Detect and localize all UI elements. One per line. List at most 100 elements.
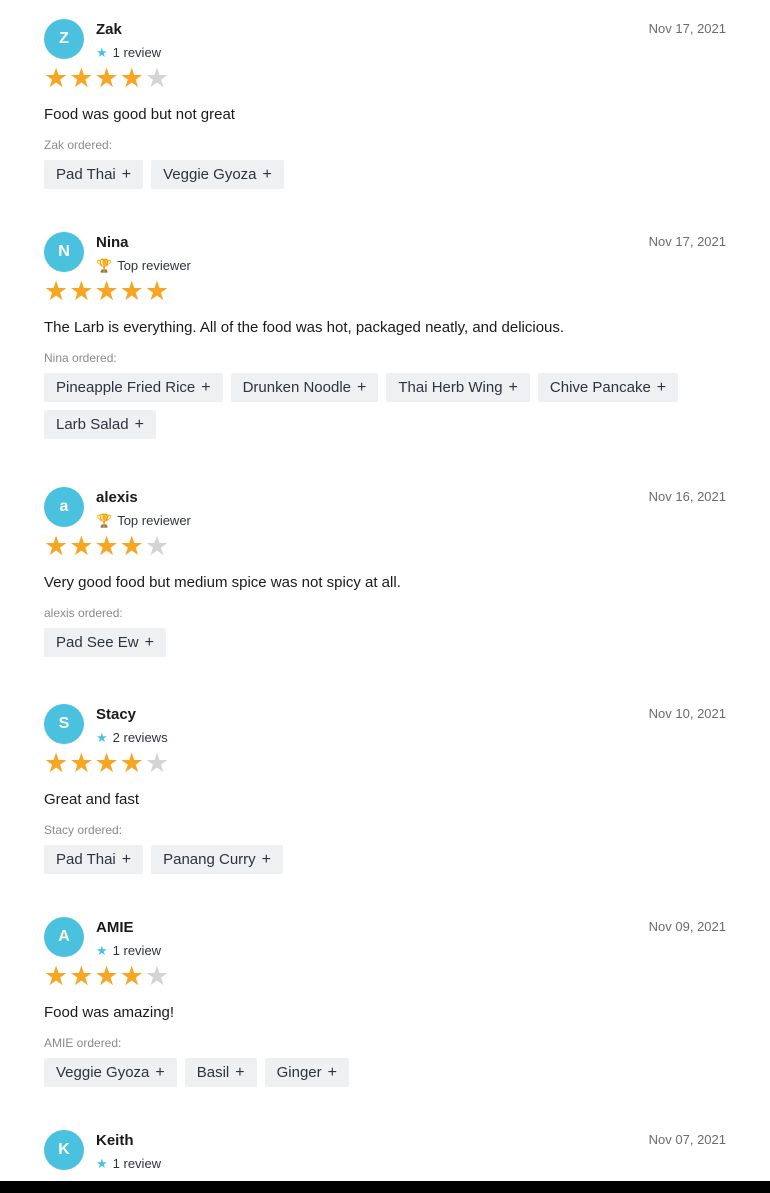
avatar[interactable]: Z — [44, 19, 84, 59]
star-rating: ★ ★ ★ ★ ★ — [44, 276, 169, 306]
reviewer-badge: ★ 1 review — [96, 943, 161, 958]
plus-icon: + — [508, 378, 518, 396]
star-filled-icon: ★ — [44, 748, 69, 778]
review-text: Very good food but medium spice was not … — [44, 574, 401, 591]
plus-icon: + — [144, 633, 154, 651]
badge-label: 1 review — [112, 1156, 162, 1171]
review-text: Great and fast — [44, 791, 140, 808]
ordered-dishes: Pineapple Fried Rice + Drunken Noodle + Thai… — [44, 373, 724, 439]
plus-icon: + — [656, 378, 667, 396]
reviewer-badge: ★ 2 reviews — [96, 730, 168, 745]
dish-name: Basil — [196, 1064, 230, 1081]
ordered-label: Stacy ordered: — [44, 823, 123, 837]
dish-chip[interactable]: Veggie Gyoza + — [151, 160, 284, 189]
dish-chip[interactable]: Basil + — [184, 1058, 257, 1087]
dish-chip[interactable]: Panang Curry + — [151, 845, 284, 874]
star-filled-icon: ★ — [44, 276, 69, 306]
dish-chip[interactable]: Thai Herb Wing + — [386, 373, 530, 402]
review-date: Nov 17, 2021 — [648, 234, 726, 249]
dish-chip[interactable]: Chive Pancake + — [537, 373, 679, 402]
badge-label: Top reviewer — [117, 258, 191, 273]
dish-name: Panang Curry — [163, 851, 256, 868]
ordered-dishes: Pad Thai + Veggie Gyoza + — [44, 160, 724, 189]
star-filled-icon: ★ — [44, 961, 69, 991]
reviewer-name[interactable]: Nina — [96, 234, 129, 251]
dish-chip[interactable]: Pad Thai + — [44, 845, 144, 874]
reviewer-name[interactable]: Stacy — [96, 706, 136, 723]
ordered-dishes: Veggie Gyoza + Basil + Ginger + — [44, 1058, 724, 1087]
dish-chip[interactable]: Drunken Noodle + — [230, 373, 379, 402]
star-icon: ★ — [96, 943, 108, 958]
review-date: Nov 10, 2021 — [648, 706, 726, 721]
star-filled-icon: ★ — [94, 961, 119, 991]
star-filled-icon: ★ — [94, 531, 119, 561]
review-text: The Larb is everything. All of the food … — [44, 319, 565, 336]
star-rating: ★ ★ ★ ★ ★ — [44, 748, 169, 778]
plus-icon: + — [134, 415, 144, 433]
avatar[interactable]: A — [44, 917, 84, 957]
star-rating: ★ ★ ★ ★ ★ — [44, 63, 169, 93]
dish-chip[interactable]: Veggie Gyoza + — [44, 1058, 177, 1087]
avatar[interactable]: a — [44, 487, 84, 527]
star-filled-icon: ★ — [144, 276, 170, 306]
star-icon: ★ — [96, 1156, 108, 1171]
reviewer-badge: ★ 1 review — [96, 1156, 161, 1171]
star-filled-icon: ★ — [119, 961, 144, 991]
badge-label: 2 reviews — [112, 730, 168, 745]
star-filled-icon: ★ — [44, 63, 69, 93]
star-filled-icon: ★ — [119, 63, 144, 93]
star-icon: ★ — [96, 45, 108, 60]
plus-icon: + — [201, 378, 211, 396]
badge-label: 1 review — [112, 45, 162, 60]
dish-name: Thai Herb Wing — [398, 379, 503, 396]
trophy-icon: 🏆 — [96, 513, 113, 528]
plus-icon: + — [327, 1063, 337, 1081]
star-filled-icon: ★ — [69, 961, 94, 991]
avatar[interactable]: S — [44, 704, 84, 744]
ordered-label: Zak ordered: — [44, 138, 113, 152]
plus-icon: + — [155, 1063, 165, 1081]
dish-chip[interactable]: Larb Salad + — [44, 410, 156, 439]
dish-chip[interactable]: Pad Thai + — [44, 160, 144, 189]
review-text: Food was amazing! — [44, 1004, 175, 1021]
plus-icon: + — [235, 1063, 245, 1081]
review-date: Nov 16, 2021 — [648, 489, 726, 504]
badge-label: Top reviewer — [117, 513, 191, 528]
reviewer-badge: ★ 1 review — [96, 45, 161, 60]
dish-name: Pineapple Fried Rice — [56, 379, 196, 396]
reviewer-name[interactable]: alexis — [96, 489, 138, 506]
review-date: Nov 07, 2021 — [648, 1132, 726, 1147]
star-rating: ★ ★ ★ ★ ★ — [44, 531, 169, 561]
review-date: Nov 17, 2021 — [648, 21, 726, 36]
star-filled-icon: ★ — [69, 63, 94, 93]
dish-chip[interactable]: Pad See Ew + — [44, 628, 166, 657]
dish-name: Veggie Gyoza — [163, 166, 257, 183]
star-empty-icon: ★ — [144, 63, 170, 93]
plus-icon: + — [261, 850, 272, 868]
dish-name: Veggie Gyoza — [56, 1064, 150, 1081]
reviewer-name[interactable]: Zak — [96, 21, 122, 38]
review-date: Nov 09, 2021 — [648, 919, 726, 934]
ordered-label: AMIE ordered: — [44, 1036, 122, 1050]
star-empty-icon: ★ — [144, 961, 170, 991]
star-filled-icon: ★ — [69, 531, 94, 561]
star-icon: ★ — [96, 730, 108, 745]
star-rating: ★ ★ ★ ★ ★ — [44, 961, 169, 991]
dish-chip[interactable]: Ginger + — [264, 1058, 349, 1087]
avatar[interactable]: N — [44, 232, 84, 272]
dish-chip[interactable]: Pineapple Fried Rice + — [44, 373, 223, 402]
badge-label: 1 review — [112, 943, 162, 958]
avatar[interactable]: K — [44, 1130, 84, 1170]
plus-icon: + — [357, 378, 367, 396]
dish-name: Ginger — [276, 1064, 322, 1081]
reviewer-name[interactable]: Keith — [96, 1132, 134, 1149]
ordered-dishes: Pad Thai + Panang Curry + — [44, 845, 724, 874]
star-filled-icon: ★ — [119, 276, 144, 306]
star-empty-icon: ★ — [144, 531, 170, 561]
reviewer-name[interactable]: AMIE — [96, 919, 134, 936]
dish-name: Pad Thai — [56, 851, 116, 868]
star-filled-icon: ★ — [69, 276, 94, 306]
ordered-label: alexis ordered: — [44, 606, 123, 620]
star-empty-icon: ★ — [144, 748, 170, 778]
trophy-icon: 🏆 — [96, 258, 113, 273]
